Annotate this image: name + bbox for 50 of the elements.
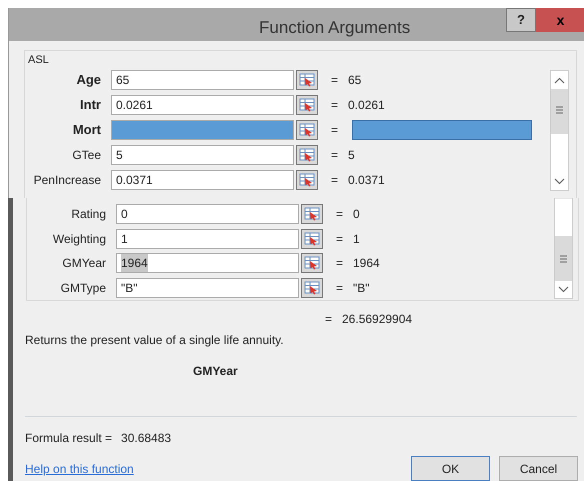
collapse-dialog-icon[interactable] [296,120,318,140]
argument-input-field[interactable]: 1 [116,228,299,248]
collapse-dialog-icon[interactable] [296,95,318,115]
collapse-dialog-icon[interactable] [301,228,323,248]
argument-input-field[interactable]: 0.0261 [111,95,294,115]
argument-result: = 65 [331,72,362,89]
argument-input-field[interactable]: 1964 [116,253,299,273]
function-result: = 26.56929904 [325,311,412,328]
collapse-dialog-icon[interactable] [301,278,323,298]
formula-result-value: 30.68483 [121,430,172,447]
argument-label: PenIncrease [32,172,102,189]
argument-result: = [331,122,340,139]
help-button[interactable]: ? [506,8,536,32]
help-link[interactable]: Help on this function [25,460,134,478]
argument-result: = 1 [336,230,360,248]
argument-result: = 0.0261 [331,97,385,114]
collapse-dialog-icon[interactable] [296,145,318,165]
argument-help: GMYear [193,363,238,380]
close-button[interactable]: x [536,8,584,32]
argument-label: GMYear [61,255,107,272]
argument-input-field[interactable]: 5 [111,145,294,165]
collapse-dialog-icon[interactable] [301,253,323,273]
scrollbar[interactable] [554,198,573,299]
argument-label: Rating [70,206,107,223]
group-label: ASL [28,53,49,68]
argument-result: = 5 [331,147,355,164]
argument-label: Mort [72,121,102,140]
ok-button[interactable]: OK [411,456,490,481]
argument-label: GMType [60,280,107,296]
argument-label: GTee [71,147,102,164]
argument-result: = 1964 [336,255,380,272]
collapse-dialog-icon[interactable] [301,204,323,224]
formula-result-label: Formula result = [25,430,112,447]
collapse-dialog-icon[interactable] [296,170,318,190]
argument-label: Intr [79,96,102,114]
window-title: Function Arguments [259,17,410,39]
argument-result: = 0.0371 [331,172,385,189]
collapse-dialog-icon[interactable] [296,70,318,90]
argument-result: = "B" [336,280,370,296]
argument-input-field[interactable]: 0 [116,204,299,224]
argument-input-field[interactable]: 0.0371 [111,170,294,190]
cancel-button[interactable]: Cancel [499,456,578,481]
function-description: Returns the present value of a single life annuity. [25,332,284,349]
argument-label: Weighting [52,230,107,248]
scrollbar[interactable] [550,70,569,191]
argument-result: = 0 [336,206,360,223]
argument-input-field[interactable]: "B" [116,278,299,298]
argument-input-field[interactable] [111,120,294,140]
argument-input-field[interactable]: 65 [111,70,294,90]
argument-label: Age [75,71,102,90]
